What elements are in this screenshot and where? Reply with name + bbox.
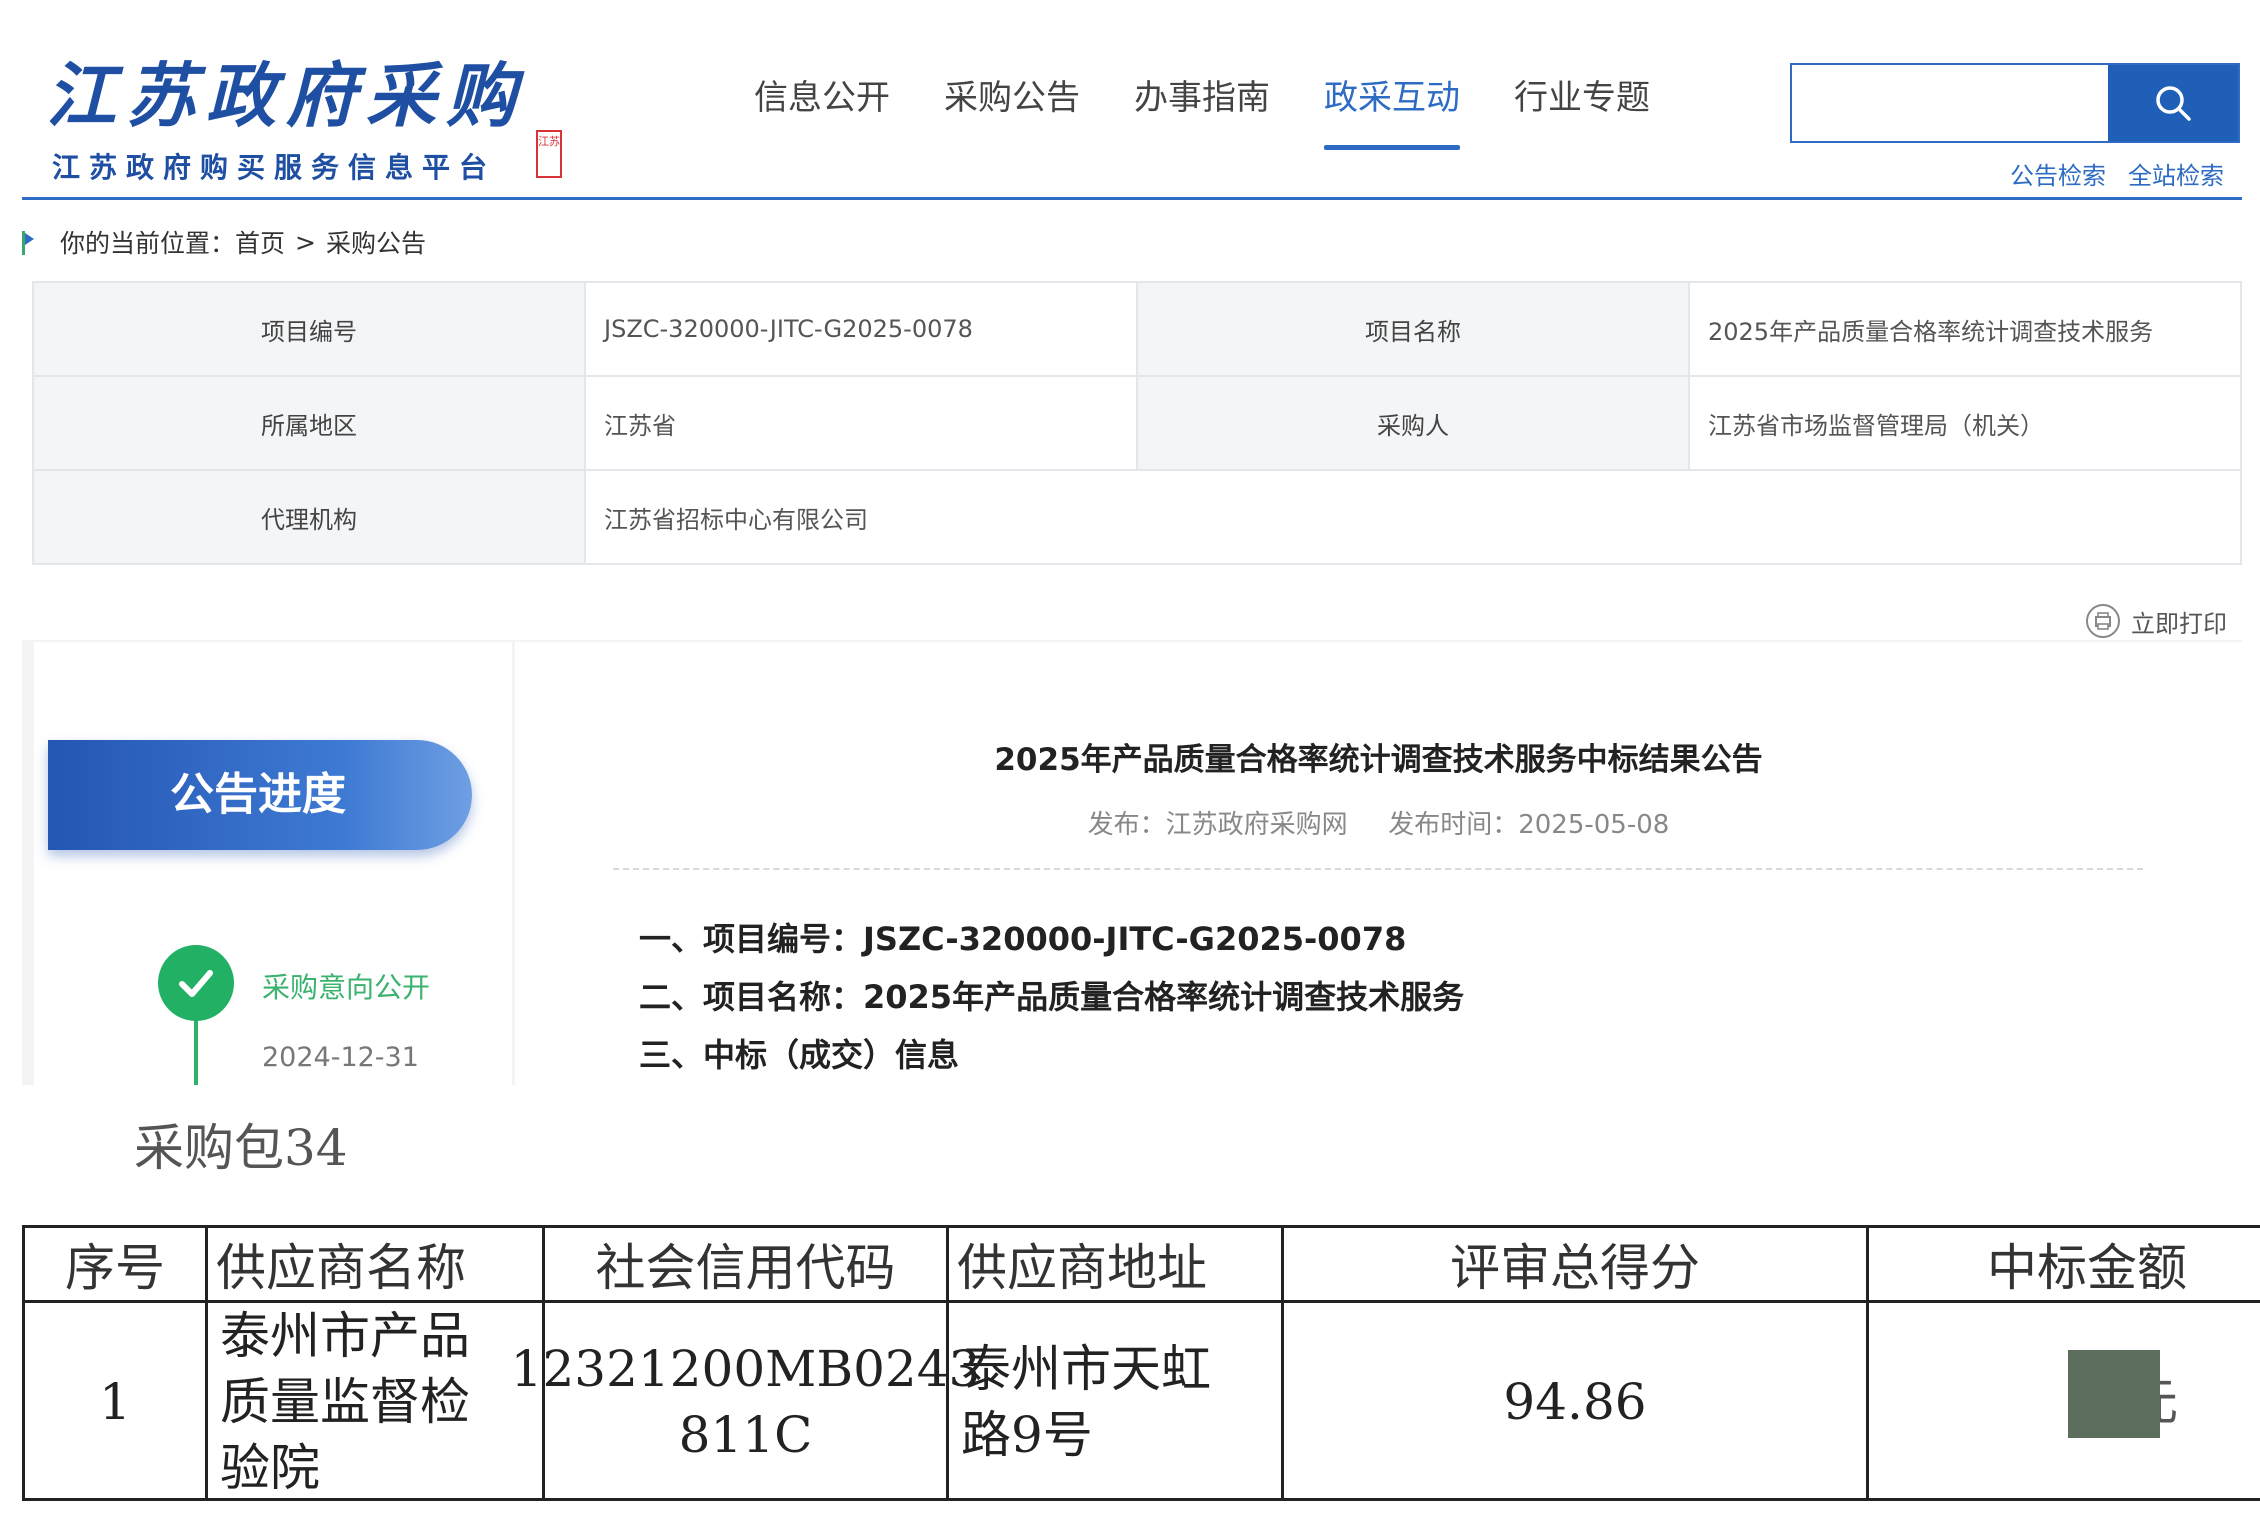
col-header-address: 供应商地址 [957, 1239, 1207, 1297]
progress-title: 公告进度 [48, 740, 472, 850]
cell-score-value: 94.86 [1503, 1373, 1647, 1431]
search-input[interactable] [1792, 65, 2110, 141]
breadcrumb-home[interactable]: 首页 [235, 224, 285, 260]
package-label: 采购包34 [134, 1119, 348, 1177]
address-line: 泰州市天虹 [961, 1340, 1211, 1398]
breadcrumb: 你的当前位置： 首页 > 采购公告 [22, 220, 426, 264]
announcement-article: 2025年产品质量合格率统计调查技术服务中标结果公告 发布：江苏政府采购网 发布… [515, 642, 2242, 1085]
location-flag-icon [22, 231, 34, 255]
breadcrumb-separator: > [295, 227, 316, 257]
project-name-value: 2025年产品质量合格率统计调查技术服务 [1688, 281, 2242, 377]
supplier-line: 质量监督检 [220, 1373, 470, 1431]
agency-value: 江苏省招标中心有限公司 [584, 469, 2242, 565]
article-divider [613, 868, 2143, 870]
progress-step-connector [194, 1010, 198, 1085]
table-row: 代理机构 江苏省招标中心有限公司 [32, 469, 2242, 565]
supplier-line: 泰州市产品 [220, 1307, 470, 1365]
supplier-line: 验院 [220, 1439, 320, 1497]
col-header-supplier: 供应商名称 [216, 1239, 466, 1297]
article-source: 发布：江苏政府采购网 [1087, 810, 1348, 840]
nav-item-info-disclosure[interactable]: 信息公开 [727, 72, 917, 150]
logo-subtitle: 江苏政府购买服务信息平台 [52, 151, 497, 184]
region-value: 江苏省 [584, 375, 1138, 471]
article-title: 2025年产品质量合格率统计调查技术服务中标结果公告 [994, 742, 1763, 778]
site-search-link[interactable]: 全站检索 [2128, 156, 2224, 191]
article-meta: 发布：江苏政府采购网 发布时间：2025-05-08 [515, 804, 2242, 841]
progress-step-date: 2024-12-31 [262, 1042, 419, 1073]
project-name-label: 项目名称 [1136, 281, 1690, 377]
breadcrumb-prefix: 你的当前位置： [60, 229, 236, 258]
project-no-value: JSZC-320000-JITC-G2025-0078 [584, 281, 1138, 377]
award-table: 序号 供应商名称 社会信用代码 供应商地址 评审总得分 中标金额 1 泰州市产品… [22, 1225, 2260, 1501]
cell-supplier: 泰州市产品 质量监督检 验院 [208, 1303, 542, 1501]
cell-credit-code: 12321200MB0243 811C [511, 1303, 981, 1501]
nav-item-procurement-notice[interactable]: 采购公告 [917, 72, 1107, 150]
cell-score: 94.86 [1284, 1303, 1866, 1501]
table-row: 项目编号 JSZC-320000-JITC-G2025-0078 项目名称 20… [32, 281, 2242, 377]
print-label: 立即打印 [2131, 609, 2227, 638]
redacted-amount [2068, 1350, 2160, 1438]
project-info-table: 项目编号 JSZC-320000-JITC-G2025-0078 项目名称 20… [32, 281, 2242, 565]
purchaser-value: 江苏省市场监督管理局（机关） [1688, 375, 2242, 471]
logo-script-text: 江苏政府采购 [46, 54, 526, 137]
progress-step-label[interactable]: 采购意向公开 [262, 966, 430, 1006]
credit-code-line: 811C [678, 1406, 813, 1464]
nav-item-interaction[interactable]: 政采互动 [1297, 72, 1487, 150]
printer-icon [2086, 604, 2120, 638]
nav-item-industry-topics[interactable]: 行业专题 [1487, 72, 1677, 150]
search-icon [2156, 86, 2191, 121]
credit-code-line: 12321200MB0243 [510, 1340, 981, 1398]
site-header: 江苏政府采购 江苏政府购买服务信息平台 江苏 信息公开 采购公告 办事指南 政采… [22, 28, 2242, 200]
search-box [1790, 63, 2240, 143]
cell-address: 泰州市天虹 路9号 [949, 1303, 1281, 1501]
logo-seal: 江苏 [536, 130, 562, 178]
step-complete-badge [158, 945, 234, 1021]
agency-label: 代理机构 [32, 469, 586, 565]
search-links: 公告检索 全站检索 [2010, 156, 2224, 191]
article-line-project-no: 一、项目编号：JSZC-320000-JITC-G2025-0078 [639, 920, 1407, 958]
col-header-score: 评审总得分 [1450, 1239, 1700, 1297]
breadcrumb-current[interactable]: 采购公告 [326, 224, 426, 260]
progress-sidebar [34, 642, 512, 1085]
purchaser-label: 采购人 [1136, 375, 1690, 471]
address-line: 路9号 [961, 1406, 1093, 1464]
col-header-no: 序号 [65, 1239, 165, 1297]
project-no-label: 项目编号 [32, 281, 586, 377]
article-line-award-info: 三、中标（成交）信息 [639, 1036, 960, 1074]
col-header-amount: 中标金额 [1987, 1239, 2187, 1297]
table-row: 所属地区 江苏省 采购人 江苏省市场监督管理局（机关） [32, 375, 2242, 471]
cell-no: 1 [25, 1303, 205, 1501]
search-button[interactable] [2108, 65, 2238, 141]
print-button[interactable]: 立即打印 [2085, 603, 2227, 639]
main-nav: 信息公开 采购公告 办事指南 政采互动 行业专题 [727, 72, 1677, 150]
article-publish-time: 发布时间：2025-05-08 [1388, 810, 1670, 840]
nav-item-guide[interactable]: 办事指南 [1107, 72, 1297, 150]
cell-no-value: 1 [99, 1373, 131, 1431]
article-line-project-name: 二、项目名称：2025年产品质量合格率统计调查技术服务 [639, 978, 1465, 1016]
col-header-credit-code: 社会信用代码 [595, 1239, 896, 1297]
site-logo[interactable]: 江苏政府采购 江苏政府购买服务信息平台 江苏 [46, 40, 566, 190]
region-label: 所属地区 [32, 375, 586, 471]
notice-search-link[interactable]: 公告检索 [2010, 156, 2106, 191]
checkmark-icon [179, 970, 213, 997]
